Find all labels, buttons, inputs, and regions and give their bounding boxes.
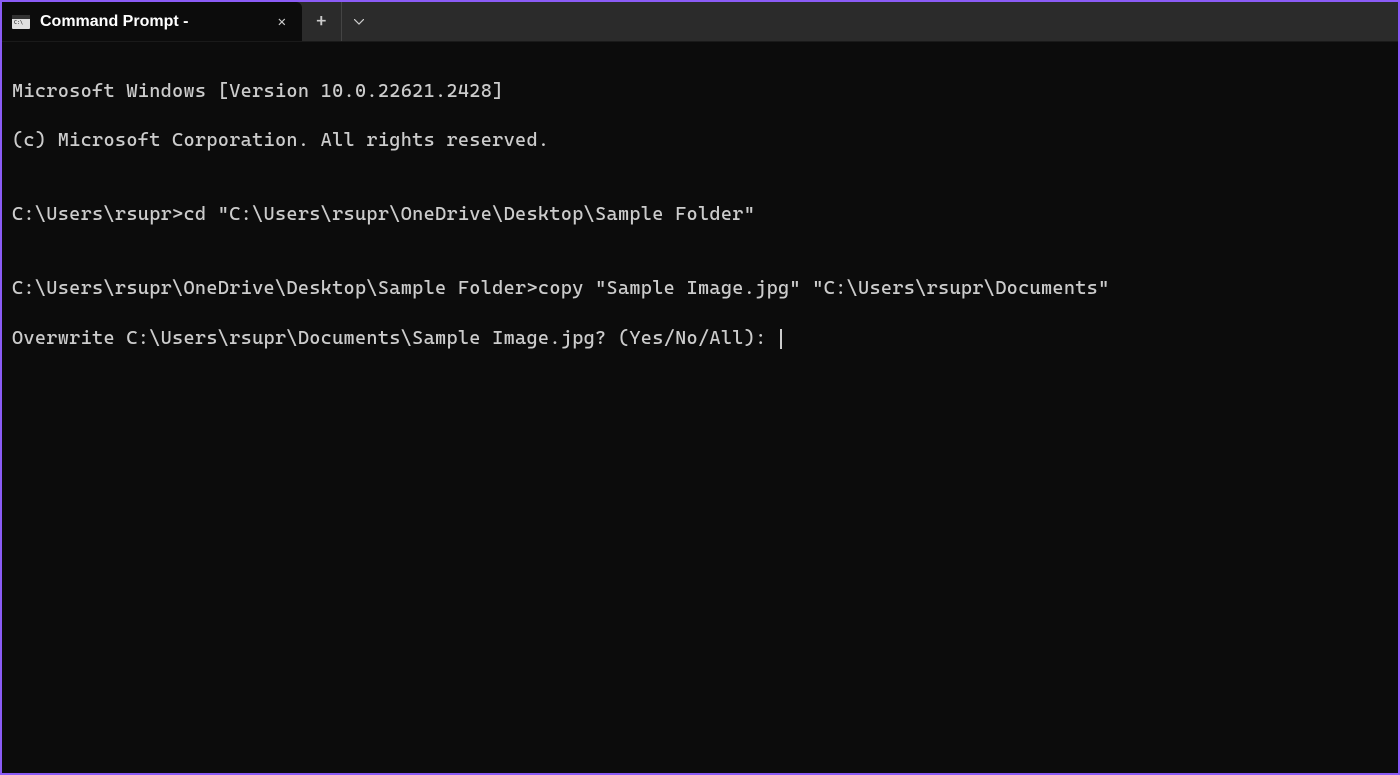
new-tab-button[interactable]: + bbox=[302, 2, 342, 41]
prompt-text: Overwrite C:\Users\rsupr\Documents\Sampl… bbox=[12, 327, 778, 349]
tab-dropdown-button[interactable] bbox=[342, 2, 376, 41]
title-bar: Command Prompt - ✕ + bbox=[2, 2, 1398, 42]
chevron-down-icon bbox=[354, 19, 364, 25]
cursor bbox=[780, 329, 782, 349]
terminal-output[interactable]: Microsoft Windows [Version 10.0.22621.24… bbox=[2, 42, 1398, 387]
terminal-line: (c) Microsoft Corporation. All rights re… bbox=[12, 128, 1388, 153]
close-icon[interactable]: ✕ bbox=[272, 10, 292, 34]
command-prompt-icon bbox=[12, 15, 30, 29]
terminal-line: C:\Users\rsupr\OneDrive\Desktop\Sample F… bbox=[12, 276, 1388, 301]
active-tab[interactable]: Command Prompt - ✕ bbox=[2, 2, 302, 41]
terminal-line: C:\Users\rsupr>cd "C:\Users\rsupr\OneDri… bbox=[12, 202, 1388, 227]
terminal-prompt-line: Overwrite C:\Users\rsupr\Documents\Sampl… bbox=[12, 326, 1388, 351]
terminal-line: Microsoft Windows [Version 10.0.22621.24… bbox=[12, 79, 1388, 104]
tab-title: Command Prompt - bbox=[40, 13, 264, 31]
